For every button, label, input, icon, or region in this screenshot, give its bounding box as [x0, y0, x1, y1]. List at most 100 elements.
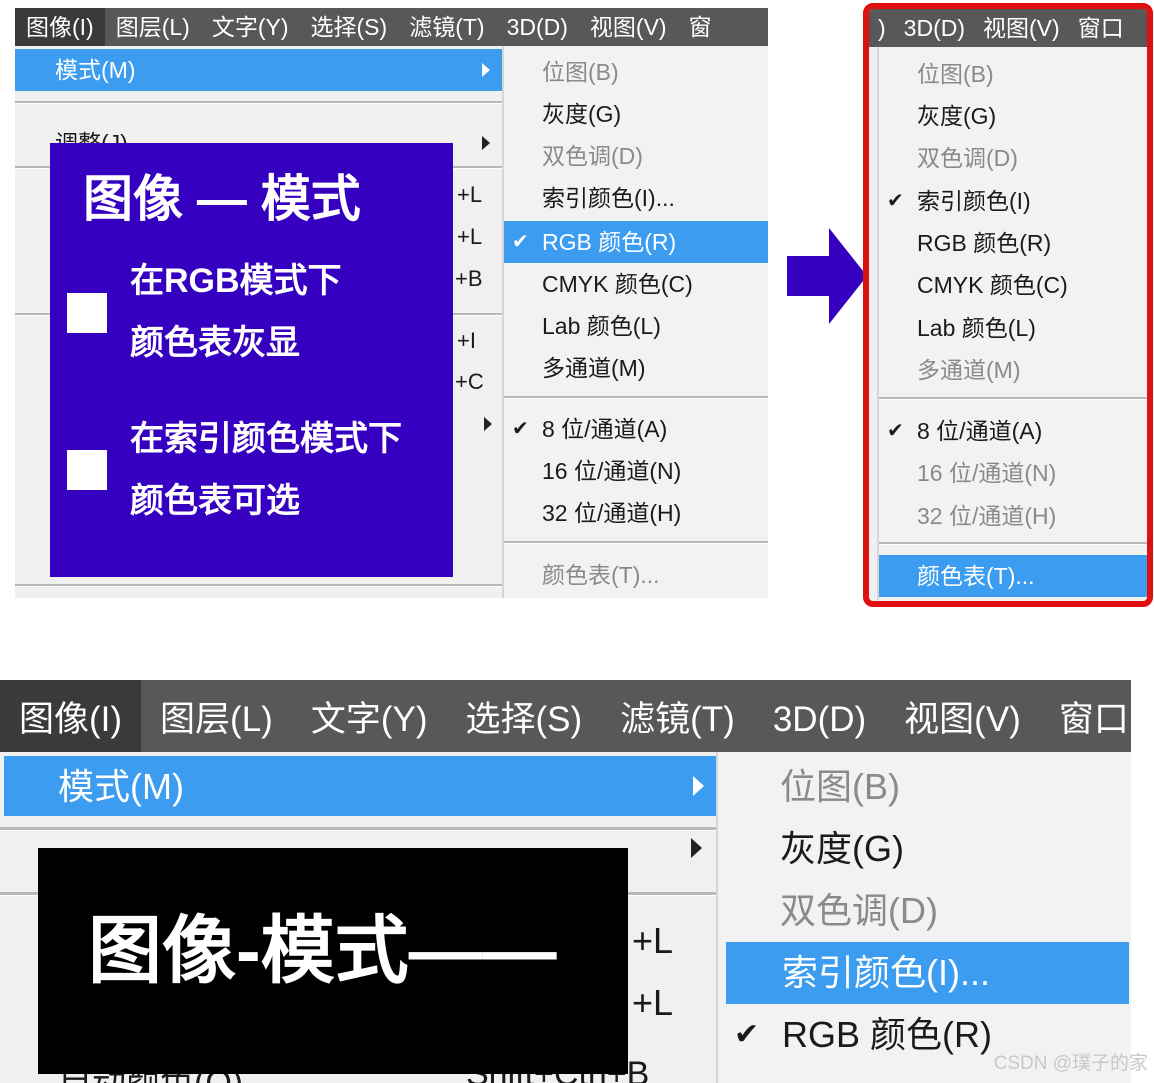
menu-image[interactable]: 图像(I)	[0, 680, 142, 752]
submenu-item-rgb-color[interactable]: ✔ RGB 颜色(R)	[504, 221, 768, 263]
menu-layer[interactable]: 图层(L)	[105, 8, 201, 46]
callout-note-2-line-2: 颜色表可选	[130, 482, 300, 520]
submenu-item-label: 8 位/通道(A)	[542, 416, 668, 442]
submenu-item-duotone[interactable]: 双色调(D)	[504, 135, 768, 177]
submenu-item-lab-color[interactable]: Lab 颜色(L)	[879, 307, 1147, 349]
submenu-item-color-table[interactable]: 颜色表(T)...	[504, 554, 768, 596]
checkmark-icon: ✔	[512, 231, 529, 253]
callout-note-1-line-2: 颜色表灰显	[130, 324, 300, 362]
submenu-item-multichannel[interactable]: 多通道(M)	[879, 349, 1147, 391]
shortcut-text: +L	[457, 182, 483, 207]
shortcut-text: +L	[632, 982, 674, 1023]
submenu-arrow-icon	[484, 417, 492, 431]
menu-filter[interactable]: 滤镜(T)	[398, 8, 495, 46]
menu-view[interactable]: 视图(V)	[579, 8, 678, 46]
submenu-item-color-table[interactable]: 颜色表(T)...	[879, 555, 1147, 597]
submenu-item-32bit[interactable]: 32 位/通道(H)	[879, 495, 1147, 537]
menu-separator	[879, 542, 1147, 545]
menu-item-mode-label: 模式(M)	[55, 57, 136, 83]
watermark: CSDN @璞子的家	[993, 1053, 1148, 1074]
submenu-item-32bit[interactable]: 32 位/通道(H)	[504, 492, 768, 534]
submenu-item-bitmap[interactable]: 位图(B)	[504, 51, 768, 93]
menu-separator	[15, 101, 502, 104]
menu-3d[interactable]: 3D(D)	[895, 9, 974, 47]
bullet-square-icon	[67, 293, 107, 333]
submenu-item-label: 8 位/通道(A)	[917, 418, 1043, 444]
callout-note-2-line-1: 在索引颜色模式下	[130, 420, 402, 458]
menu-window[interactable]: 窗	[678, 8, 723, 46]
submenu-item-bitmap[interactable]: 位图(B)	[718, 756, 1131, 818]
submenu-item-8bit[interactable]: ✔ 8 位/通道(A)	[504, 408, 768, 450]
submenu-item-grayscale[interactable]: 灰度(G)	[718, 818, 1131, 880]
menu-filter[interactable]: 滤镜(T)	[601, 680, 754, 752]
submenu-arrow-icon	[691, 838, 702, 858]
menu-item-mode-label: 模式(M)	[58, 766, 184, 807]
checkmark-icon: ✔	[734, 1018, 760, 1051]
submenu-item-rgb-color[interactable]: RGB 颜色(R)	[879, 222, 1147, 264]
callout-note-1-line-1: 在RGB模式下	[130, 262, 342, 300]
menu-layer[interactable]: 图层(L)	[141, 680, 292, 752]
menu-separator	[15, 584, 502, 587]
right-arrow-icon	[787, 228, 867, 324]
mode-submenu: 位图(B) 灰度(G) 双色调(D) 索引颜色(I)... ✔ RGB 颜色(R…	[502, 46, 768, 598]
callout-title: 图像 — 模式	[83, 171, 361, 227]
submenu-item-16bit[interactable]: 16 位/通道(N)	[504, 450, 768, 492]
submenu-item-label: RGB 颜色(R)	[782, 1014, 992, 1055]
shortcut-text: +C	[455, 369, 484, 394]
submenu-item-cmyk-color[interactable]: CMYK 颜色(C)	[504, 263, 768, 305]
submenu-item-cmyk-color[interactable]: CMYK 颜色(C)	[879, 264, 1147, 306]
submenu-item-label: RGB 颜色(R)	[542, 229, 677, 255]
shortcut-text: +L	[457, 224, 483, 249]
menu-window[interactable]: 窗口	[1069, 9, 1133, 47]
menubar: 图像(I) 图层(L) 文字(Y) 选择(S) 滤镜(T) 3D(D) 视图(V) 窗口	[0, 680, 1131, 752]
shortcut-text: +I	[457, 328, 476, 353]
menubar: ) 3D(D) 视图(V) 窗口	[869, 9, 1147, 47]
menu-separator	[0, 827, 716, 831]
submenu-item-indexed-color[interactable]: 索引颜色(I)...	[504, 177, 768, 219]
submenu-item-8bit[interactable]: ✔ 8 位/通道(A)	[879, 410, 1147, 452]
submenu-item-indexed-color[interactable]: ✔ 索引颜色(I)	[879, 180, 1147, 222]
menu-window[interactable]: 窗口	[1040, 680, 1131, 752]
submenu-item-multichannel[interactable]: 多通道(M)	[504, 347, 768, 389]
menu-image[interactable]: 图像(I)	[15, 8, 105, 46]
checkmark-icon: ✔	[887, 420, 904, 442]
annotation-title-box: 图像-模式——	[38, 848, 628, 1074]
checkmark-icon: ✔	[887, 190, 904, 212]
menu-separator	[879, 397, 1147, 400]
submenu-arrow-icon	[693, 776, 704, 796]
menu-type[interactable]: 文字(Y)	[201, 8, 300, 46]
submenu-item-grayscale[interactable]: 灰度(G)	[504, 93, 768, 135]
menu-3d[interactable]: 3D(D)	[496, 8, 579, 46]
submenu-item-label: 索引颜色(I)	[917, 188, 1031, 214]
bullet-square-icon	[67, 450, 107, 490]
submenu-arrow-icon	[482, 136, 490, 150]
menu-separator	[504, 541, 768, 544]
menu-select[interactable]: 选择(S)	[300, 8, 399, 46]
shortcut-text: +L	[632, 920, 674, 961]
menu-separator	[504, 396, 768, 399]
submenu-item-grayscale[interactable]: 灰度(G)	[879, 95, 1147, 137]
submenu-item-lab-color[interactable]: Lab 颜色(L)	[504, 305, 768, 347]
menu-view[interactable]: 视图(V)	[885, 680, 1040, 752]
menu-view[interactable]: 视图(V)	[974, 9, 1069, 47]
menu-type[interactable]: 文字(Y)	[292, 680, 447, 752]
menubar: 图像(I) 图层(L) 文字(Y) 选择(S) 滤镜(T) 3D(D) 视图(V) 窗	[15, 8, 768, 46]
submenu-item-duotone[interactable]: 双色调(D)	[718, 880, 1131, 942]
menu-item-mode[interactable]: 模式(M)	[4, 756, 716, 816]
photoshop-menu-screenshot-indexed: ) 3D(D) 视图(V) 窗口 位图(B) 灰度(G) 双色调(D) ✔ 索引颜色(…	[863, 3, 1153, 607]
menu-select[interactable]: 选择(S)	[446, 680, 601, 752]
shortcut-text: +B	[455, 266, 483, 291]
menu-item-mode[interactable]: 模式(M)	[15, 49, 502, 91]
submenu-item-indexed-color[interactable]: 索引颜色(I)...	[726, 942, 1129, 1004]
checkmark-icon: ✔	[512, 418, 529, 440]
submenu-item-bitmap[interactable]: 位图(B)	[879, 53, 1147, 95]
submenu-item-16bit[interactable]: 16 位/通道(N)	[879, 452, 1147, 494]
mode-submenu: 位图(B) 灰度(G) 双色调(D) ✔ 索引颜色(I) RGB 颜色(R) C…	[877, 47, 1147, 601]
submenu-item-duotone[interactable]: 双色调(D)	[879, 137, 1147, 179]
mode-submenu: 位图(B) 灰度(G) 双色调(D) 索引颜色(I)... ✔ RGB 颜色(R…	[716, 752, 1131, 1083]
annotation-callout-box: 图像 — 模式 在RGB模式下 颜色表灰显 在索引颜色模式下 颜色表可选	[50, 143, 453, 577]
menu-3d[interactable]: 3D(D)	[754, 680, 885, 752]
menu-partial[interactable]: )	[869, 9, 895, 47]
submenu-arrow-icon	[482, 63, 490, 77]
callout-title: 图像-模式——	[88, 909, 557, 992]
